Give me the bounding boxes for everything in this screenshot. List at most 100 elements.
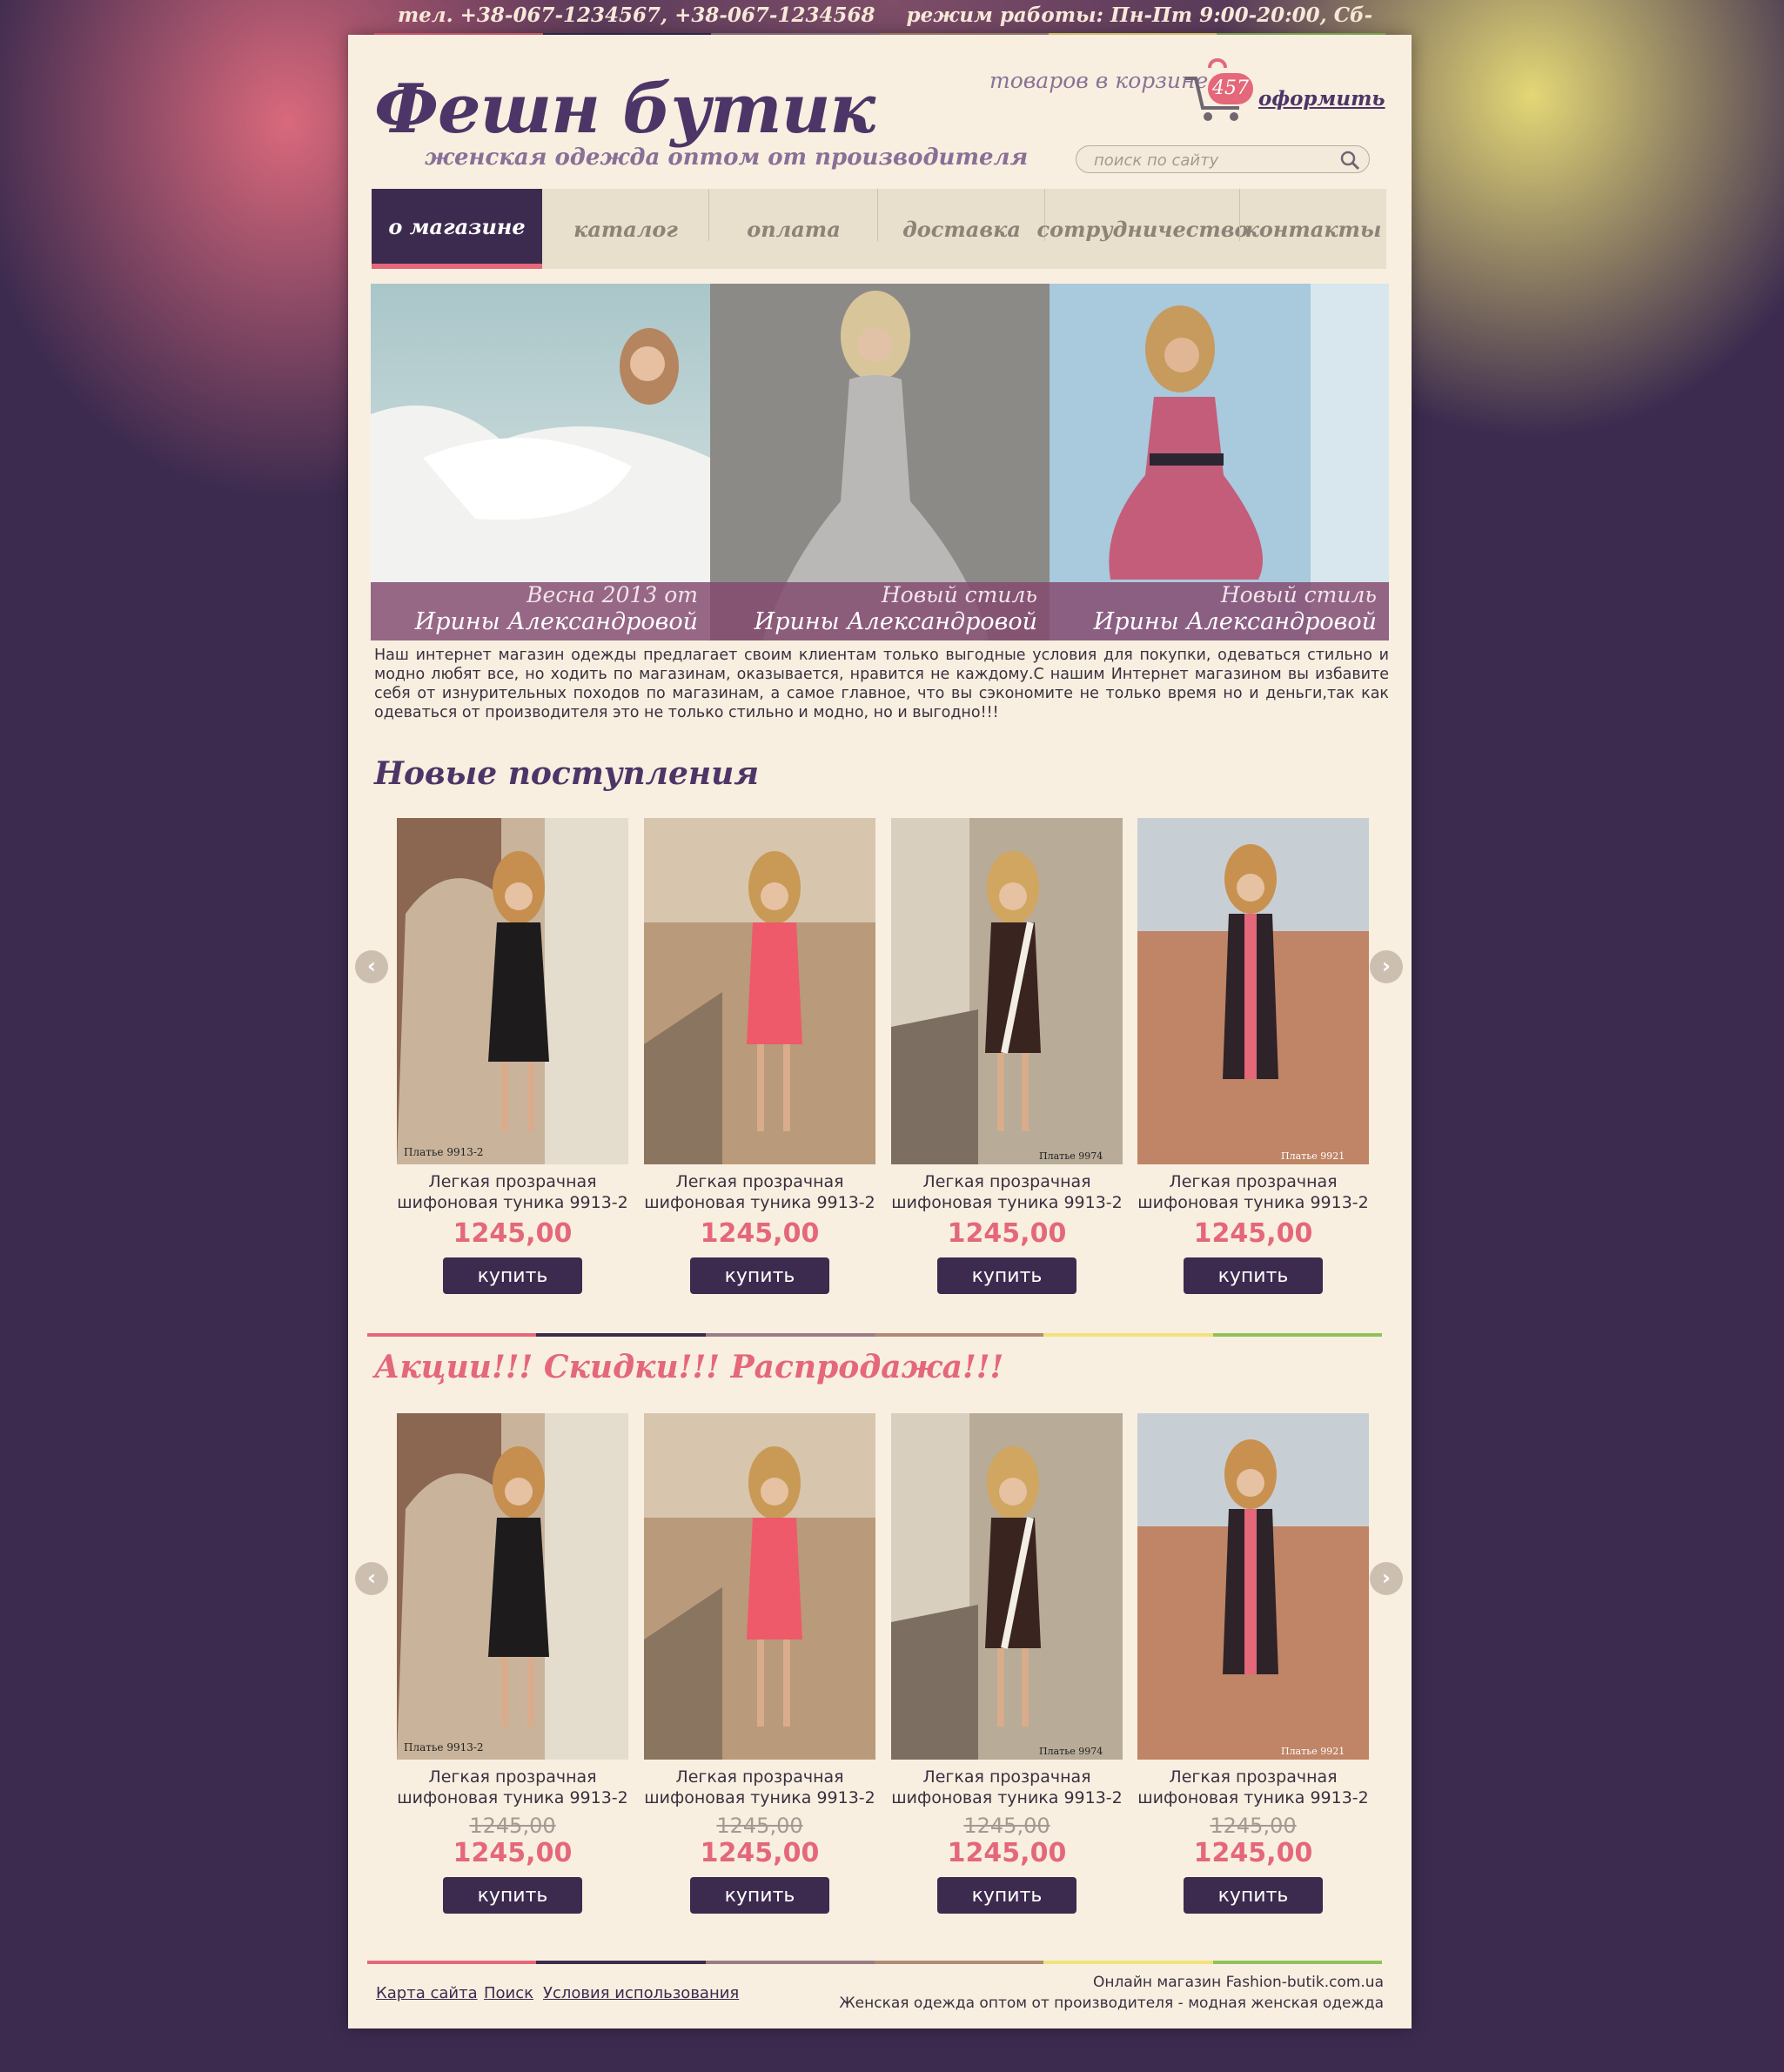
footer-description: Женская одежда оптом от производителя - …: [839, 1995, 1384, 2012]
cart-count-badge: 457: [1208, 73, 1253, 104]
product-price: 1245,00: [947, 1838, 1067, 1868]
product-name-line2: шифоновая туника 9913-2: [1137, 1193, 1369, 1212]
buy-button[interactable]: купить: [443, 1877, 582, 1914]
product-photo: [644, 1413, 875, 1760]
product-name-line2: шифоновая туника 9913-2: [644, 1788, 875, 1807]
footer-divider: [367, 1961, 1382, 1964]
product-image[interactable]: Платье 9921: [1137, 1413, 1369, 1760]
product-card: Платье 9974 Легкая прозрачная шифоновая …: [890, 818, 1123, 1294]
product-card: Платье 9921 Легкая прозрачная шифоновая …: [1137, 1413, 1370, 1914]
arrow-left-icon[interactable]: ‹: [355, 1562, 388, 1595]
product-image[interactable]: Платье 9913-2: [397, 818, 628, 1164]
product-name[interactable]: Легкая прозрачная шифоновая туника 9913-…: [890, 1171, 1123, 1213]
buy-button[interactable]: купить: [690, 1877, 829, 1914]
product-old-price: 1245,00: [469, 1814, 556, 1838]
product-name[interactable]: Легкая прозрачная шифоновая туника 9913-…: [396, 1171, 629, 1213]
arrow-right-icon[interactable]: ›: [1370, 1562, 1403, 1595]
product-name-line2: шифоновая туника 9913-2: [397, 1788, 628, 1807]
product-name[interactable]: Легкая прозрачная шифоновая туника 9913-…: [396, 1767, 629, 1808]
nav-delivery[interactable]: доставка: [878, 189, 1045, 269]
product-name[interactable]: Легкая прозрачная шифоновая туника 9913-…: [1137, 1767, 1370, 1808]
banner-caption-line1: Весна 2013 от: [526, 582, 698, 607]
cart-label: товаров в корзине: [989, 68, 1209, 93]
banner-caption: Весна 2013 от Ирины Александровой: [371, 582, 710, 640]
arrow-left-icon[interactable]: ‹: [355, 950, 388, 983]
product-photo: Платье 9913-2: [397, 818, 628, 1164]
product-price: 1245,00: [700, 1838, 820, 1868]
banner-caption: Новый стиль Ирины Александровой: [1050, 582, 1389, 640]
banner-slide[interactable]: Весна 2013 от Ирины Александровой: [371, 284, 710, 640]
product-tag: Платье 9974: [1039, 1150, 1103, 1162]
nav-cooperation[interactable]: сотрудничество: [1037, 189, 1249, 269]
site-slogan: женская одежда оптом от производителя: [425, 144, 1029, 171]
product-card: Платье 9913-2 Легкая прозрачная шифонова…: [396, 818, 629, 1294]
product-photo: Платье 9921: [1137, 1413, 1369, 1760]
banner-caption-line2: Ирины Александровой: [414, 608, 698, 635]
product-card: Легкая прозрачная шифоновая туника 9913-…: [643, 1413, 876, 1914]
product-image[interactable]: Платье 9921: [1137, 818, 1369, 1164]
nav-contacts[interactable]: контакты: [1240, 189, 1386, 269]
banner-caption-line1: Новый стиль: [881, 582, 1037, 607]
phone-numbers: тел. +38-067-1234567, +38-067-1234568: [397, 3, 875, 27]
product-name[interactable]: Легкая прозрачная шифоновая туника 9913-…: [643, 1171, 876, 1213]
page-container: Фешн бутик женская одежда оптом от произ…: [348, 35, 1412, 2028]
product-image[interactable]: Платье 9974: [891, 1413, 1123, 1760]
nav-payment[interactable]: оплата: [709, 189, 878, 269]
buy-button[interactable]: купить: [937, 1257, 1076, 1294]
product-name-line2: шифоновая туника 9913-2: [397, 1193, 628, 1212]
main-nav: о магазине каталог оплата доставка сотру…: [372, 189, 1386, 269]
search-input[interactable]: [1092, 150, 1331, 171]
product-name-line1: Легкая прозрачная: [675, 1172, 844, 1191]
product-name-line2: шифоновая туника 9913-2: [891, 1193, 1123, 1212]
product-name-line1: Легкая прозрачная: [428, 1767, 597, 1787]
footer-link-sitemap[interactable]: Карта сайта: [376, 1984, 478, 2002]
search-icon[interactable]: [1339, 150, 1360, 171]
product-photo: Платье 9921: [1137, 818, 1369, 1164]
product-old-price: 1245,00: [716, 1814, 803, 1838]
product-price: 1245,00: [1193, 1218, 1313, 1249]
product-card: Легкая прозрачная шифоновая туника 9913-…: [643, 818, 876, 1294]
product-price: 1245,00: [453, 1218, 573, 1249]
arrow-right-icon[interactable]: ›: [1370, 950, 1403, 983]
buy-button[interactable]: купить: [690, 1257, 829, 1294]
nav-about[interactable]: о магазине: [372, 189, 542, 269]
nav-catalog[interactable]: каталог: [542, 189, 709, 269]
product-name-line2: шифоновая туника 9913-2: [891, 1788, 1123, 1807]
product-photo: Платье 9974: [891, 1413, 1123, 1760]
product-name-line1: Легкая прозрачная: [922, 1172, 1091, 1191]
product-name[interactable]: Легкая прозрачная шифоновая туника 9913-…: [643, 1767, 876, 1808]
product-price: 1245,00: [1193, 1838, 1313, 1868]
buy-button[interactable]: купить: [1184, 1877, 1323, 1914]
section-divider: [367, 1333, 1382, 1337]
footer-link-search[interactable]: Поиск: [484, 1984, 533, 2002]
checkout-link[interactable]: оформить: [1258, 87, 1385, 111]
product-old-price: 1245,00: [963, 1814, 1050, 1838]
product-tag: Платье 9913-2: [404, 1741, 484, 1753]
product-name-line1: Легкая прозрачная: [675, 1767, 844, 1787]
product-card: Платье 9913-2 Легкая прозрачная шифонова…: [396, 1413, 629, 1914]
product-image[interactable]: [644, 1413, 875, 1760]
banner-caption: Новый стиль Ирины Александровой: [710, 582, 1050, 640]
product-card: Платье 9974 Легкая прозрачная шифоновая …: [890, 1413, 1123, 1914]
product-name-line2: шифоновая туника 9913-2: [644, 1193, 875, 1212]
buy-button[interactable]: купить: [1184, 1257, 1323, 1294]
product-photo: [644, 818, 875, 1164]
site-logo[interactable]: Фешн бутик: [374, 70, 875, 149]
product-name-line1: Легкая прозрачная: [922, 1767, 1091, 1787]
new-arrivals-title: Новые поступления: [374, 755, 759, 792]
product-tag: Платье 9913-2: [404, 1146, 484, 1158]
product-name-line1: Легкая прозрачная: [428, 1172, 597, 1191]
product-image[interactable]: Платье 9913-2: [397, 1413, 628, 1760]
buy-button[interactable]: купить: [937, 1877, 1076, 1914]
search-box: [1076, 145, 1370, 173]
product-image[interactable]: Платье 9974: [891, 818, 1123, 1164]
product-name[interactable]: Легкая прозрачная шифоновая туника 9913-…: [1137, 1171, 1370, 1213]
banner-slide[interactable]: Новый стиль Ирины Александровой: [1050, 284, 1389, 640]
banner-slide[interactable]: Новый стиль Ирины Александровой: [710, 284, 1050, 640]
buy-button[interactable]: купить: [443, 1257, 582, 1294]
product-image[interactable]: [644, 818, 875, 1164]
product-name[interactable]: Легкая прозрачная шифоновая туника 9913-…: [890, 1767, 1123, 1808]
product-tag: Платье 9921: [1281, 1150, 1345, 1162]
top-info-bar: тел. +38-067-1234567, +38-067-1234568 ре…: [374, 0, 1384, 58]
footer-link-terms[interactable]: Условия использования: [543, 1984, 739, 2002]
